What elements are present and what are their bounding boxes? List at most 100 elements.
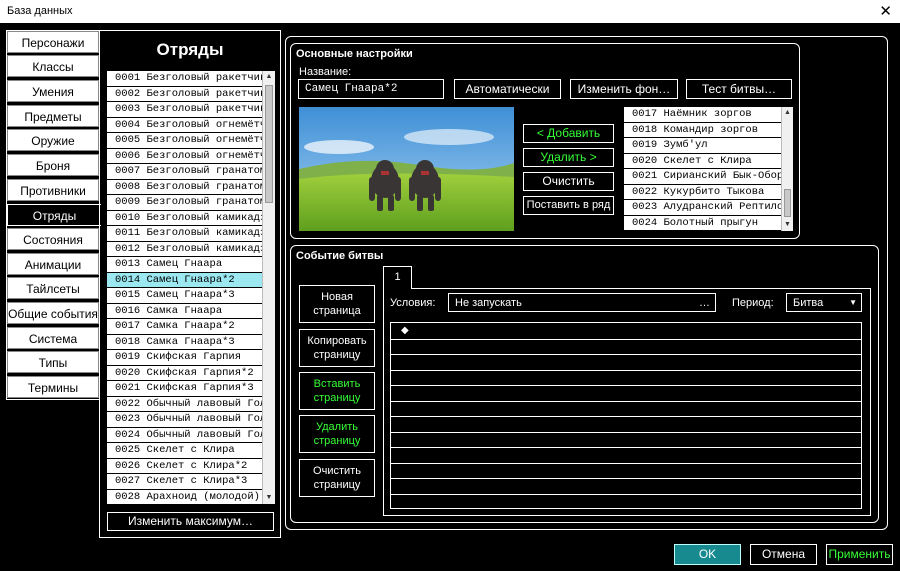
troop-row[interactable]: 0005 Безголовый огнемётчи… — [107, 133, 262, 149]
add-enemy-button[interactable]: < Добавить — [523, 124, 614, 143]
window-title: База данных — [7, 5, 73, 17]
troop-row[interactable]: 0006 Безголовый огнемётчи… — [107, 149, 262, 164]
scroll-thumb[interactable] — [784, 189, 791, 217]
general-settings-title: Основные настройки — [296, 48, 413, 60]
tab-10[interactable]: Тайлсеты — [7, 277, 99, 299]
troop-row[interactable]: 0016 Самка Гнаара — [107, 304, 262, 319]
troop-row[interactable]: 0028 Арахноид (молодой) — [107, 490, 262, 505]
enemy-row[interactable]: 0020 Скелет с Клира — [624, 154, 781, 169]
troops-scrollbar[interactable]: ▲ ▼ — [262, 71, 275, 504]
scroll-thumb[interactable] — [265, 85, 273, 203]
change-background-button[interactable]: Изменить фон… — [570, 79, 678, 99]
enemy-row[interactable]: 0018 Командир зоргов — [624, 123, 781, 138]
title-bar: База данных ✕ — [0, 0, 900, 23]
clear-enemies-button[interactable]: Очистить — [523, 172, 614, 191]
tab-9[interactable]: Анимации — [7, 253, 99, 275]
troop-row[interactable]: 0010 Безголовый камикадзе — [107, 211, 262, 226]
troop-row[interactable]: 0025 Скелет с Клира — [107, 443, 262, 459]
command-row-divider — [391, 478, 861, 479]
tab-13[interactable]: Типы — [7, 351, 99, 373]
tab-14[interactable]: Термины — [7, 376, 99, 398]
troop-row[interactable]: 0024 Обычный лавовый Голе… — [107, 428, 262, 443]
scroll-up-icon[interactable]: ▲ — [263, 71, 275, 83]
enemy-row[interactable]: 0019 Зумб'ул — [624, 138, 781, 154]
remove-enemy-button[interactable]: Удалить > — [523, 148, 614, 167]
tab-11[interactable]: Общие события — [7, 302, 99, 324]
tab-3[interactable]: Предметы — [7, 105, 99, 127]
paste-page-button[interactable]: Вставить страницу — [299, 372, 375, 410]
enemy-row[interactable]: 0021 Сирианский Бык-Оборо… — [624, 169, 781, 185]
tab-4[interactable]: Оружие — [7, 129, 99, 151]
span-label: Период: — [732, 297, 774, 309]
command-row-divider — [391, 462, 861, 464]
apply-button[interactable]: Применить — [826, 544, 893, 565]
dropdown-arrow-icon: ▼ — [849, 298, 857, 307]
conditions-value: Не запускать — [455, 297, 522, 309]
troop-row[interactable]: 0011 Безголовый камикадзе*2 — [107, 226, 262, 242]
troop-row[interactable]: 0023 Обычный лавовый Голе… — [107, 412, 262, 428]
tab-5[interactable]: Броня — [7, 154, 99, 176]
change-max-button[interactable]: Изменить максимум… — [107, 512, 274, 531]
close-icon[interactable]: ✕ — [879, 2, 892, 20]
span-select[interactable]: Битва ▼ — [786, 293, 862, 312]
delete-page-line1: Удалить — [316, 421, 358, 433]
troop-row[interactable]: 0009 Безголовый гранатомё… — [107, 195, 262, 211]
command-row-divider — [391, 338, 861, 340]
scroll-up-icon[interactable]: ▲ — [782, 107, 793, 119]
enemy-row[interactable]: 0017 Наёмник зоргов — [624, 107, 781, 123]
troop-row[interactable]: 0013 Самец Гнаара — [107, 257, 262, 273]
troop-row[interactable]: 0026 Скелет с Клира*2 — [107, 459, 262, 474]
troop-row[interactable]: 0014 Самец Гнаара*2 — [107, 272, 262, 288]
tab-7[interactable]: Отряды — [7, 204, 101, 226]
enemy-row[interactable]: 0023 Алудранский Рептилои… — [624, 200, 781, 216]
tab-8[interactable]: Состояния — [7, 228, 99, 250]
battle-preview[interactable] — [299, 107, 514, 231]
troop-row[interactable]: 0017 Самка Гнаара*2 — [107, 319, 262, 335]
tab-12[interactable]: Система — [7, 327, 99, 349]
ok-button[interactable]: OK — [674, 544, 741, 565]
troop-row[interactable]: 0021 Скифская Гарпия*3 — [107, 381, 262, 397]
tab-1[interactable]: Классы — [7, 55, 99, 77]
conditions-more-icon[interactable]: … — [699, 294, 710, 312]
delete-page-button[interactable]: Удалить страницу — [299, 415, 375, 453]
enemy-row[interactable]: 0024 Болотный прыгун — [624, 216, 781, 231]
arrange-button[interactable]: Поставить в ряд — [523, 196, 614, 215]
troop-row[interactable]: 0002 Безголовый ракетчик*2 — [107, 87, 262, 102]
troop-row[interactable]: 0001 Безголовый ракетчик — [107, 71, 262, 87]
troop-row[interactable]: 0004 Безголовый огнемётчик — [107, 118, 262, 133]
troop-row[interactable]: 0027 Скелет с Клира*3 — [107, 474, 262, 490]
new-page-button[interactable]: Новая страница — [299, 285, 375, 323]
troop-row[interactable]: 0003 Безголовый ракетчик*3 — [107, 102, 262, 118]
enemy-list[interactable]: 0017 Наёмник зоргов 0018 Командир зоргов 0… — [624, 107, 781, 231]
clear-page-line1: Очистить — [313, 465, 361, 477]
troop-row[interactable]: 0007 Безголовый гранатомё… — [107, 164, 262, 180]
troop-row[interactable]: 0008 Безголовый гранатомё… — [107, 180, 262, 195]
new-page-line1: Новая — [321, 291, 353, 303]
scroll-down-icon[interactable]: ▼ — [263, 492, 275, 504]
scroll-down-icon[interactable]: ▼ — [782, 219, 793, 231]
event-command-list[interactable]: ◆ — [390, 322, 862, 509]
page-tab-gap — [384, 287, 411, 289]
copy-page-line1: Копировать — [307, 335, 367, 347]
troops-list[interactable]: 0001 Безголовый ракетчик 0002 Безголовый … — [107, 71, 262, 504]
tab-6[interactable]: Противники — [7, 179, 99, 201]
enemy-scrollbar[interactable]: ▲ ▼ — [781, 107, 793, 231]
command-marker-icon[interactable]: ◆ — [401, 325, 409, 336]
troop-row[interactable]: 0015 Самец Гнаара*3 — [107, 288, 262, 304]
troop-row[interactable]: 0020 Скифская Гарпия*2 — [107, 366, 262, 381]
cancel-button[interactable]: Отмена — [750, 544, 817, 565]
clear-page-button[interactable]: Очистить страницу — [299, 459, 375, 497]
tab-2[interactable]: Умения — [7, 80, 99, 102]
auto-name-button[interactable]: Автоматически — [454, 79, 561, 99]
tab-0[interactable]: Персонажи — [7, 31, 99, 53]
enemy-row[interactable]: 0022 Кукурбито Тыкова — [624, 185, 781, 200]
troop-row[interactable]: 0018 Самка Гнаара*3 — [107, 335, 262, 350]
troop-row[interactable]: 0012 Безголовый камикадзе*3 — [107, 242, 262, 257]
copy-page-button[interactable]: Копировать страницу — [299, 329, 375, 367]
conditions-field[interactable]: Не запускать … — [448, 293, 716, 312]
troop-row[interactable]: 0022 Обычный лавовый Голем — [107, 397, 262, 412]
name-input[interactable]: Самец Гнаара*2 — [298, 79, 444, 99]
page-tab-1[interactable]: 1 — [383, 266, 412, 289]
troop-row[interactable]: 0019 Скифская Гарпия — [107, 350, 262, 366]
battle-test-button[interactable]: Тест битвы… — [686, 79, 792, 99]
